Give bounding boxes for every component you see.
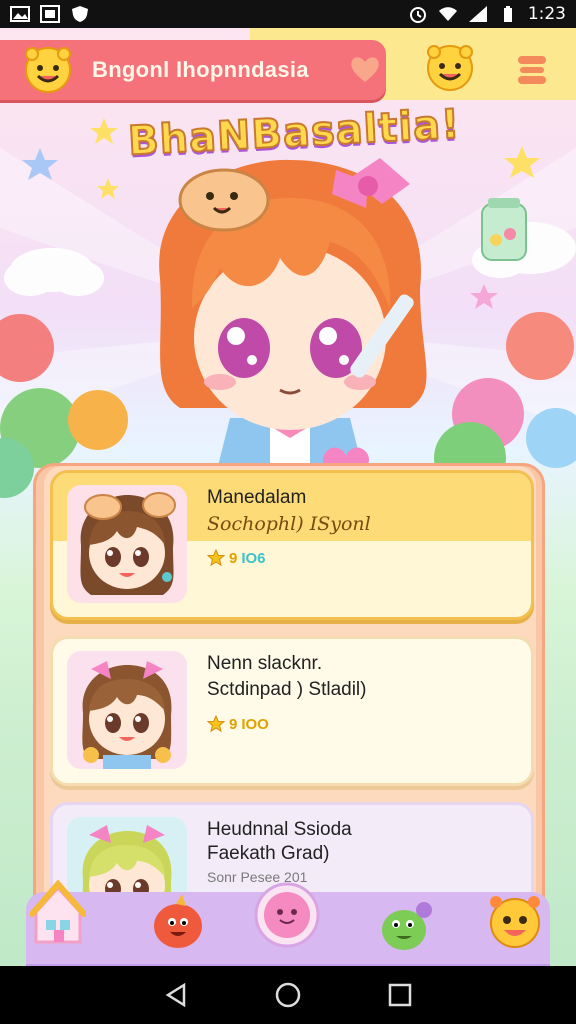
character-name: Manedalam: [207, 487, 307, 508]
rating-value: 9: [229, 715, 238, 733]
character-avatar-image: [80, 492, 176, 595]
system-nav-bar: [0, 966, 576, 1024]
avatar: [67, 651, 187, 769]
character-rating: 9 IO6: [207, 549, 266, 567]
status-time: 1:23: [527, 4, 566, 24]
star-icon: [207, 715, 225, 733]
character-avatar-image: [82, 661, 172, 769]
character-name: Heudnnal Ssioda: [207, 819, 352, 840]
character-name: Nenn slacknr.: [207, 653, 323, 674]
character-subtitle: Sctdinpad ) Stladil): [207, 679, 367, 700]
app-screen: Bngonl Ihopnndasia BhaNBasaltia! Manedal…: [0, 28, 576, 966]
gallery-icon: [40, 5, 60, 23]
page-title: Bngonl Ihopnndasia: [92, 57, 309, 82]
character-card[interactable]: Manedalam Sochophl) ISyonl 9 IO6: [50, 470, 534, 620]
character-subtitle: Sochophl) ISyonl: [207, 513, 371, 535]
character-subtitle: Faekath Grad): [207, 843, 330, 864]
home-circle-icon[interactable]: [274, 981, 302, 1009]
bottom-nav: [26, 879, 550, 966]
back-icon[interactable]: [162, 981, 190, 1009]
rating-value: 9: [229, 549, 238, 567]
menu-icon[interactable]: [512, 50, 552, 90]
smiley-icon[interactable]: [22, 42, 74, 94]
heart-icon[interactable]: [348, 52, 382, 86]
image-icon: [10, 6, 30, 22]
monster-green-icon[interactable]: [374, 894, 436, 956]
alarm-icon: [409, 7, 426, 23]
battery-icon: [503, 6, 512, 22]
character-card[interactable]: Nenn slacknr. Sctdinpad ) Stladil) 9 IOO: [50, 636, 534, 786]
avatar: [67, 485, 187, 603]
rating-tag: IO6: [241, 549, 266, 567]
app-header: Bngonl Ihopnndasia: [0, 28, 576, 106]
rating-tag: IOO: [241, 715, 269, 733]
smiley-icon[interactable]: [424, 40, 476, 92]
center-face-button[interactable]: [254, 882, 320, 948]
recents-icon[interactable]: [386, 981, 414, 1009]
status-bar: 1:23: [0, 0, 576, 28]
wifi-icon: [438, 7, 457, 21]
home-icon[interactable]: [30, 878, 86, 948]
shield-icon: [72, 6, 88, 22]
hero-character: [159, 158, 427, 498]
monster-yellow-icon[interactable]: [484, 890, 546, 952]
face-icon: [254, 882, 320, 948]
signal-icon: [468, 6, 487, 22]
monster-red-icon[interactable]: [146, 892, 206, 952]
star-icon: [207, 549, 225, 567]
character-rating: 9 IOO: [207, 715, 269, 733]
